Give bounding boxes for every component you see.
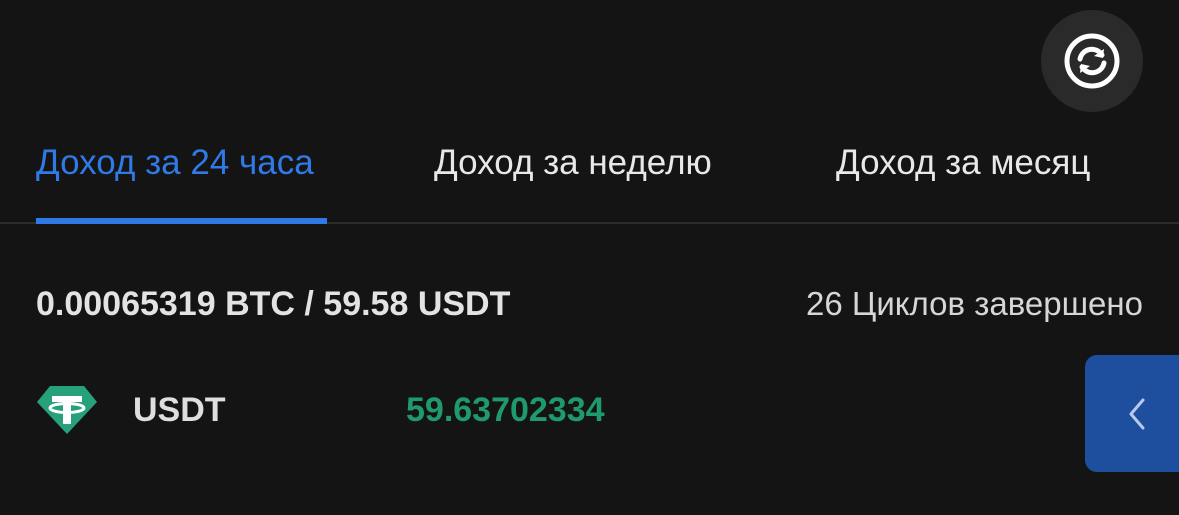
tab-24-hours[interactable]: Доход за 24 часа (36, 125, 327, 224)
cycles-completed: 26 Циклов завершено (806, 285, 1143, 322)
refresh-button[interactable] (1041, 10, 1143, 112)
tab-week[interactable]: Доход за неделю (434, 125, 734, 222)
asset-income-value: 59.63702334 (406, 391, 605, 429)
list-item: USDT 59.63702334 (36, 380, 1036, 440)
tab-month[interactable]: Доход за месяц (836, 125, 1116, 222)
total-income: 0.00065319 BTC / 59.58 USDT (36, 285, 511, 323)
chevron-left-icon (1129, 398, 1145, 429)
tether-icon (37, 386, 97, 434)
asset-name: USDT (133, 391, 226, 429)
period-tabs: Доход за 24 часа Доход за неделю Доход з… (0, 125, 1179, 224)
refresh-icon (1064, 33, 1120, 89)
side-drawer-handle[interactable] (1085, 355, 1179, 472)
income-screen: Доход за 24 часа Доход за неделю Доход з… (0, 0, 1179, 515)
income-summary: 0.00065319 BTC / 59.58 USDT 26 Циклов за… (36, 280, 1143, 330)
